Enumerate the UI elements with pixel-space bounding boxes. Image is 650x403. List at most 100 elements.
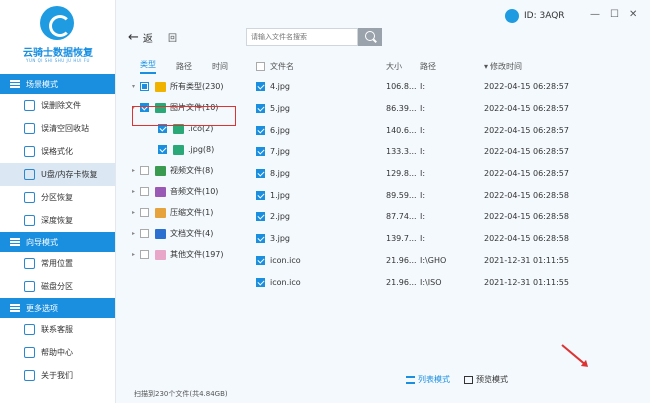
tree-row[interactable]: ▸ 压缩文件(1) xyxy=(116,202,244,223)
row-checkbox[interactable] xyxy=(256,190,265,200)
tree-row[interactable]: ▸ 音频文件(10) xyxy=(116,181,244,202)
preview-mode-button[interactable]: 预览模式 xyxy=(464,374,508,385)
logo-text: 云骑士数据恢复 xyxy=(23,48,93,59)
tree-row[interactable]: ▸ 文档文件(4) xyxy=(116,223,244,244)
table-row[interactable]: 1.jpg 89.59... I: 2022-04-15 06:28:58 xyxy=(246,184,650,206)
file-time: 2022-04-15 06:28:58 xyxy=(484,234,569,244)
sidebar-item[interactable]: 常用位置 xyxy=(0,252,115,275)
sidebar-item[interactable]: U盘/内存卡恢复 xyxy=(0,163,115,186)
row-checkbox[interactable] xyxy=(256,212,265,222)
sidebar-item[interactable]: 帮助中心 xyxy=(0,341,115,364)
tree-checkbox[interactable] xyxy=(140,82,149,91)
table-row[interactable]: 4.jpg 106.8... I: 2022-04-15 06:28:57 xyxy=(246,76,650,98)
maximize-button[interactable]: ☐ xyxy=(610,9,619,20)
sidebar-item-icon xyxy=(24,169,35,180)
sidebar-item-icon xyxy=(24,215,35,226)
tab-type[interactable]: 类型 xyxy=(140,59,156,74)
search-input[interactable] xyxy=(246,28,358,46)
sidebar-section-header: 更多选项 xyxy=(0,298,115,318)
sidebar-item-icon xyxy=(24,100,35,111)
select-all-checkbox[interactable] xyxy=(256,61,265,71)
home-button[interactable]: 回 xyxy=(168,31,177,44)
table-row[interactable]: 8.jpg 129.8... I: 2022-04-15 06:28:57 xyxy=(246,163,650,185)
table-row[interactable]: icon.ico 21.96... I:\ISO 2021-12-31 01:11:5… xyxy=(246,271,650,293)
tree-row-label: 所有类型(230) xyxy=(170,82,224,91)
row-checkbox[interactable] xyxy=(256,147,265,157)
sidebar-item[interactable]: 磁盘分区 xyxy=(0,275,115,298)
file-size: 89.59... xyxy=(386,190,417,200)
expand-toggle-icon[interactable]: ▸ xyxy=(132,188,140,195)
main-panel: ← 返 回 ID: 3AQR — ☐ ✕ 类型 路径 时间 ▾ 所有类型(230)… xyxy=(116,0,650,403)
header-size[interactable]: 大小 xyxy=(386,61,420,72)
sidebar-item-icon xyxy=(24,146,35,157)
sidebar-section-title: 更多选项 xyxy=(26,303,58,313)
file-name: icon.ico xyxy=(270,255,301,265)
table-row[interactable]: 6.jpg 140.6... I: 2022-04-15 06:28:57 xyxy=(246,119,650,141)
row-checkbox[interactable] xyxy=(256,104,265,114)
file-size: 86.39... xyxy=(386,104,417,114)
expand-toggle-icon[interactable]: ▸ xyxy=(132,251,140,258)
file-path: I: xyxy=(420,125,426,135)
row-checkbox[interactable] xyxy=(256,234,265,244)
file-path: I: xyxy=(420,82,426,92)
sidebar-item-icon xyxy=(24,347,35,358)
expand-toggle-icon[interactable]: ▸ xyxy=(132,167,140,174)
sidebar-item[interactable]: 关于我们 xyxy=(0,364,115,387)
tree-checkbox[interactable] xyxy=(140,250,149,259)
sidebar-section-header: 向导模式 xyxy=(0,232,115,252)
file-path: I:\ISO xyxy=(420,277,442,287)
table-row[interactable]: icon.ico 21.96... I:\GHO 2021-12-31 01:11:5… xyxy=(246,250,650,272)
close-button[interactable]: ✕ xyxy=(629,9,637,20)
sidebar-item[interactable]: 误删除文件 xyxy=(0,94,115,117)
tree-checkbox[interactable] xyxy=(140,208,149,217)
header-name[interactable]: 文件名 xyxy=(270,61,386,72)
header-path[interactable]: 路径 xyxy=(420,61,484,72)
menu-icon xyxy=(10,238,20,246)
table-row[interactable]: 5.jpg 86.39... I: 2022-04-15 06:28:57 xyxy=(246,98,650,120)
table-row[interactable]: 3.jpg 139.7... I: 2022-04-15 06:28:58 xyxy=(246,228,650,250)
tab-path[interactable]: 路径 xyxy=(176,61,192,72)
file-name: 6.jpg xyxy=(270,125,291,135)
table-row[interactable]: 2.jpg 87.74... I: 2022-04-15 06:28:58 xyxy=(246,206,650,228)
tree-checkbox[interactable] xyxy=(140,229,149,238)
row-checkbox[interactable] xyxy=(256,169,265,179)
file-type-icon xyxy=(173,144,184,155)
search-icon[interactable] xyxy=(358,28,382,46)
file-table: 文件名 大小 路径 修改时间 4.jpg106.8...I:2022-04-15… xyxy=(246,56,650,293)
back-button[interactable]: ← 返 xyxy=(128,30,153,45)
file-path: I: xyxy=(420,147,426,157)
tree-row[interactable]: ▾ 所有类型(230) xyxy=(116,76,244,97)
tree-row[interactable]: .jpg(8) xyxy=(116,139,244,160)
file-path: I:\GHO xyxy=(420,255,447,265)
row-checkbox[interactable] xyxy=(256,255,265,265)
sidebar-item[interactable]: 联系客服 xyxy=(0,318,115,341)
tree-row-label: .jpg(8) xyxy=(188,145,215,154)
row-checkbox[interactable] xyxy=(256,82,265,92)
list-mode-button[interactable]: 列表模式 xyxy=(406,374,450,385)
expand-toggle-icon[interactable]: ▸ xyxy=(132,209,140,216)
sidebar-item[interactable]: 误清空回收站 xyxy=(0,117,115,140)
row-checkbox[interactable] xyxy=(256,277,265,287)
minimize-button[interactable]: — xyxy=(590,9,600,20)
file-name: 7.jpg xyxy=(270,147,291,157)
expand-toggle-icon[interactable]: ▾ xyxy=(132,83,140,90)
sidebar-item-icon xyxy=(24,192,35,203)
file-type-icon xyxy=(155,228,166,239)
sidebar-item[interactable]: 深度恢复 xyxy=(0,209,115,232)
sidebar-item-label: 常用位置 xyxy=(41,259,73,268)
header-time[interactable]: 修改时间 xyxy=(484,61,634,72)
tree-row[interactable]: ▸ 其他文件(197) xyxy=(116,244,244,265)
sidebar-item[interactable]: 分区恢复 xyxy=(0,186,115,209)
row-checkbox[interactable] xyxy=(256,125,265,135)
sidebar-item[interactable]: 误格式化 xyxy=(0,140,115,163)
tree-checkbox[interactable] xyxy=(140,187,149,196)
tab-time[interactable]: 时间 xyxy=(212,61,228,72)
tree-checkbox[interactable] xyxy=(140,166,149,175)
table-row[interactable]: 7.jpg 133.3... I: 2022-04-15 06:28:57 xyxy=(246,141,650,163)
file-size: 139.7... xyxy=(386,234,417,244)
tree-checkbox[interactable] xyxy=(158,145,167,154)
user-id: ID: 3AQR xyxy=(505,9,565,23)
expand-toggle-icon[interactable]: ▸ xyxy=(132,230,140,237)
file-type-icon xyxy=(155,165,166,176)
tree-row[interactable]: ▸ 视频文件(8) xyxy=(116,160,244,181)
